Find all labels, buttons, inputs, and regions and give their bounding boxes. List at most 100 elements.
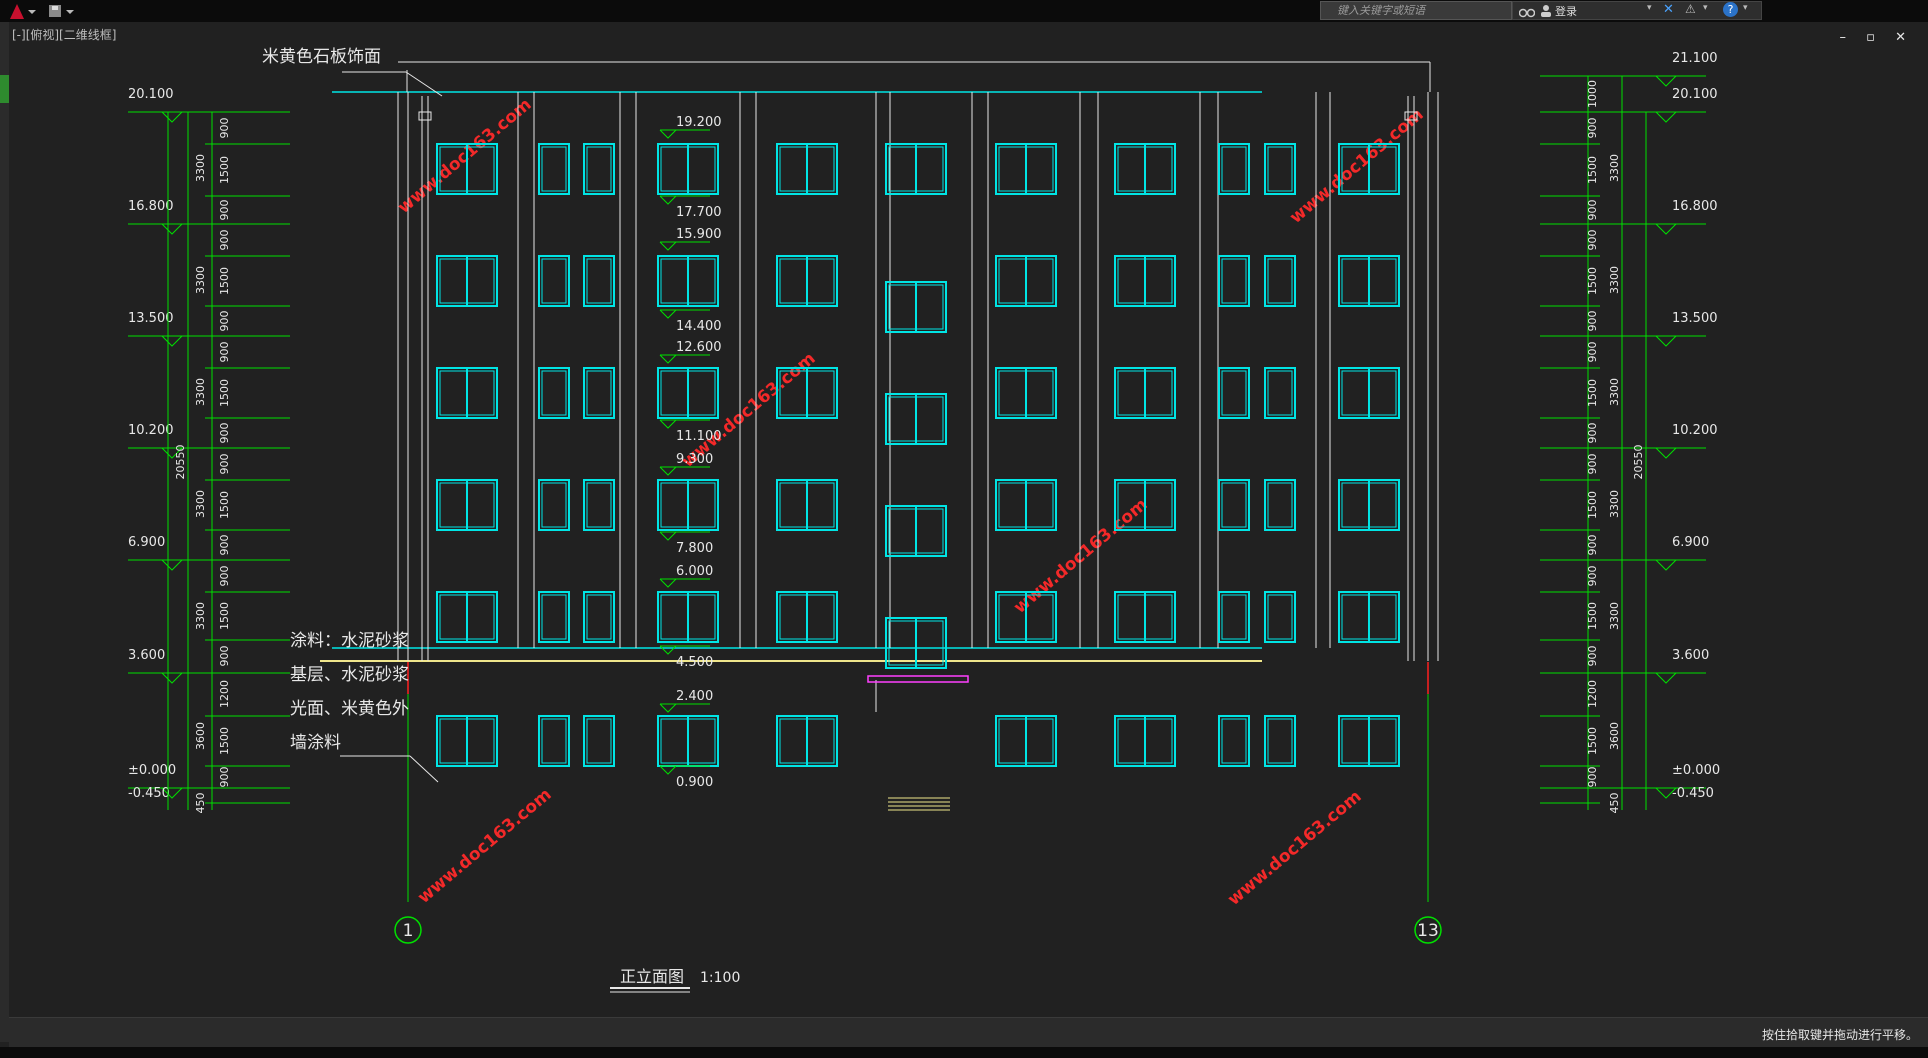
window-single-frame [1221, 258, 1247, 304]
window-single [538, 479, 570, 531]
watermark-layer: www.doc163.com www.doc163.com www.doc163.c… [394, 95, 1427, 910]
right-elevation-marker [1655, 559, 1677, 571]
center-elevation-marker [659, 765, 677, 775]
center-elevation-label: 9.300 [676, 452, 713, 467]
window-single-frame [1267, 146, 1293, 192]
watermark-text: www.doc163.com [1224, 787, 1365, 910]
window-single-frame [541, 370, 567, 416]
window-single [1218, 143, 1250, 195]
right-elevation-label: 21.100 [1672, 51, 1718, 66]
right-elevation-label: 16.800 [1672, 199, 1718, 214]
watermark-text: www.doc163.com [1286, 105, 1427, 228]
left-dim-outer-label: 450 [194, 793, 207, 814]
right-dim-inner-label: 1500 [1586, 379, 1599, 407]
status-message: 按住拾取键并拖动进行平移。 [1761, 1028, 1918, 1042]
axis-bubble-13-label: 13 [1417, 921, 1439, 941]
drawing-canvas[interactable]: www.doc163.com www.doc163.com www.doc163.c… [0, 0, 1928, 1017]
axis-bubble-1-label: 1 [403, 921, 414, 941]
window-single-frame [586, 482, 612, 528]
window-single-frame [586, 146, 612, 192]
left-elevation-marker [161, 672, 183, 684]
right-dim-outer-label: 450 [1608, 793, 1621, 814]
left-dim-inner-label: 900 [218, 230, 231, 251]
right-dim-inner-label: 1200 [1586, 680, 1599, 708]
left-dim-inner-label: 1200 [218, 680, 231, 708]
left-dim-total-label: 20550 [174, 445, 187, 480]
left-elevation-label: 10.200 [128, 423, 174, 438]
material-note-top: 米黄色石板饰面 [262, 47, 381, 67]
left-elevation-marker [161, 111, 183, 123]
left-dim-inner-label: 1500 [218, 491, 231, 519]
window-single-frame [586, 594, 612, 640]
window-single-frame [541, 258, 567, 304]
right-dim-outer-label: 3300 [1608, 378, 1621, 406]
window-single [1264, 143, 1296, 195]
dimension-layer: 1 13 20.100 16.800 13.500 10.200 6.900 3.600 ±0.… [128, 51, 1720, 944]
left-dim-inner-label: 1500 [218, 156, 231, 184]
left-elevation-label: -0.450 [128, 786, 170, 801]
window-single [538, 715, 570, 767]
left-elevation-marker [161, 559, 183, 571]
cad-application: 键入关键字或短语 登录 ▾ ✕ ⚠ ▾ ? ▾ [-][俯视][二维线框] – … [0, 0, 1928, 1058]
center-elevation-marker [659, 354, 677, 364]
left-dim-inner-label: 900 [218, 423, 231, 444]
right-dim-inner-label: 900 [1586, 118, 1599, 139]
window-single [1218, 591, 1250, 643]
right-elevation-marker [1655, 335, 1677, 347]
left-elevation-label: ±0.000 [128, 763, 176, 778]
center-elevation-marker [659, 195, 677, 205]
right-elevation-label: -0.450 [1672, 786, 1714, 801]
right-elevation-label: 6.900 [1672, 535, 1709, 550]
right-elevation-marker [1655, 223, 1677, 235]
left-dim-inner-label: 900 [218, 342, 231, 363]
window-single [583, 367, 615, 419]
window-single-frame [541, 594, 567, 640]
left-elevation-marker [161, 223, 183, 235]
entrance-canopy [867, 675, 969, 683]
window-single-frame [1267, 594, 1293, 640]
window-single-frame [1221, 718, 1247, 764]
center-elevation-marker [659, 466, 677, 476]
window-single [1264, 255, 1296, 307]
window-single [538, 143, 570, 195]
center-elevation-label: 14.400 [676, 319, 722, 334]
right-dim-inner-label: 1500 [1586, 491, 1599, 519]
right-dim-inner-label: 1500 [1586, 267, 1599, 295]
right-dim-inner-label: 1500 [1586, 156, 1599, 184]
left-dim-inner-label: 900 [218, 200, 231, 221]
window-single [538, 255, 570, 307]
window-single [1218, 715, 1250, 767]
window-single [1264, 367, 1296, 419]
building-elevation [320, 61, 1439, 811]
left-dim-outer-label: 3300 [194, 378, 207, 406]
right-dim-inner-label: 900 [1586, 454, 1599, 475]
left-elevation-label: 20.100 [128, 87, 174, 102]
right-elevation-label: 20.100 [1672, 87, 1718, 102]
center-elevation-label: 15.900 [676, 227, 722, 242]
left-dim-inner-label: 1500 [218, 602, 231, 630]
right-elevation-label: 13.500 [1672, 311, 1718, 326]
left-dim-inner-label: 900 [218, 566, 231, 587]
left-dim-inner-label: 1500 [218, 379, 231, 407]
window-single [1218, 479, 1250, 531]
right-elevation-marker [1655, 111, 1677, 123]
left-dim-inner-label: 900 [218, 311, 231, 332]
left-dim-outer-label: 3300 [194, 154, 207, 182]
window-single [583, 591, 615, 643]
center-elevation-label: 2.400 [676, 689, 713, 704]
right-dim-inner-label: 900 [1586, 200, 1599, 221]
center-elevation-marker [659, 309, 677, 319]
left-dim-outer-label: 3300 [194, 490, 207, 518]
center-elevation-label: 17.700 [676, 205, 722, 220]
material-note-line: 涂料：水泥砂浆 [290, 631, 409, 651]
window-single [538, 591, 570, 643]
center-elevation-marker [659, 129, 677, 139]
window-single-frame [586, 718, 612, 764]
right-dim-inner-label: 900 [1586, 566, 1599, 587]
right-dim-inner-label: 900 [1586, 311, 1599, 332]
center-elevation-label: 12.600 [676, 340, 722, 355]
center-elevation-marker [659, 419, 677, 429]
window-single-frame [586, 370, 612, 416]
window-single-frame [1221, 482, 1247, 528]
drawing-scale: 1:100 [700, 970, 740, 986]
